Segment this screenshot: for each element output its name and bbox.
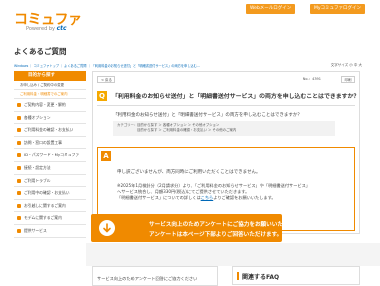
logo-sub-brand: ctc: [56, 25, 67, 32]
moving-icon: [17, 203, 21, 208]
logo-subtitle: Powered by ctc: [26, 25, 67, 32]
question-number: No.：4391: [302, 77, 321, 81]
details-link[interactable]: こちら: [201, 195, 214, 200]
survey-section-label: サービス向上のためアンケート回答にご協力ください: [97, 276, 198, 281]
payment-icon: [17, 128, 21, 133]
faq-detail-panel: < 戻る No.：4391 印刷 Q 「利用料金のお知らせ送付」と「明細書送付サ…: [92, 71, 360, 234]
print-button[interactable]: 印刷: [341, 76, 355, 83]
installation-icon: [17, 140, 21, 145]
sidebar-item-trouble[interactable]: ご利用トラブル: [14, 175, 86, 188]
section-divider: [86, 243, 380, 266]
modem-icon: [17, 216, 21, 221]
question-body: 「利用料金のお知らせ送付」と「明細書送付サービス」の両方を申し込むことはできます…: [113, 113, 302, 118]
answer-note-suffix: よりご確認をお願いいたします。: [213, 195, 276, 200]
breadcrumb[interactable]: Windows ｜ コミュファトップ ｜ よくあるご質問 ｜ 「利用料金のお知ら…: [14, 63, 200, 68]
survey-text: アンケートは本ページ下部よりご回答いただけます。: [149, 232, 283, 238]
survey-section: サービス向上のためアンケート回答にご協力ください: [92, 266, 218, 286]
sidebar-item-options[interactable]: 各種オプション: [14, 112, 86, 125]
sidebar-header: 目的から探す: [14, 71, 86, 81]
webmail-login-button[interactable]: Webメールログイン: [246, 4, 296, 14]
sidebar-item-label: ID・パスワード・Myコミュファ: [24, 152, 80, 158]
sidebar-item-billing-notice[interactable]: ご利用料金・明細書でのご案内: [14, 90, 86, 99]
services-icon: [17, 228, 21, 233]
category-row: 目的から探す ＞ ご利用料金の確認・お支払い ＞ その他のご案内: [117, 128, 331, 133]
sidebar-item-modem[interactable]: モデムに関するご案内: [14, 212, 86, 225]
answer-note-prefix: 「明細書送付サービス」についての詳しくは: [117, 195, 201, 200]
sidebar-item-label: お申し込み / ご契約中の変更: [20, 83, 64, 87]
font-size-switcher[interactable]: 文字サイズ 小 中 大: [331, 63, 362, 68]
sidebar-item-installation[interactable]: 訪問・窓口の設置工事: [14, 137, 86, 150]
divider: [97, 105, 355, 106]
connection-icon: [17, 165, 21, 170]
question-title: 「利用料金のお知らせ送付」と「明細書送付サービス」の両方を申し込むことはできます…: [112, 94, 360, 100]
sidebar-item-label: 訪問・窓口の設置工事: [24, 139, 62, 145]
contract-icon: [17, 103, 21, 107]
survey-text: サービス向上のためアンケートにご協力をお願いいたします。: [149, 222, 305, 228]
category-link[interactable]: 目的から探す ＞ ご利用料金の確認・お支払い ＞ その他のご案内: [137, 128, 236, 133]
sidebar-item-label: モデムに関するご案内: [24, 215, 62, 221]
related-faq-title: 関連するFAQ: [242, 274, 280, 281]
key-icon: [17, 153, 21, 158]
sidebar-item-contract[interactable]: ご契約内容・変更・解約: [14, 99, 86, 112]
survey-banner[interactable]: サービス向上のためアンケートにご協力をお願いいたします。 アンケートは本ページ下…: [91, 214, 305, 242]
options-icon: [17, 115, 21, 120]
sidebar-item-label: ご利用料金・明細書でのご案内: [20, 92, 68, 96]
sidebar-item-id-password[interactable]: ID・パスワード・Myコミュファ: [14, 149, 86, 162]
sidebar-item-label: ご利用トラブル: [24, 177, 51, 183]
answer-text: 申し訳ございませんが、両方同時にご利用いただくことはできません。: [117, 170, 261, 175]
answer-badge: A: [101, 151, 111, 161]
answer-note: 「明細書送付サービス」についての詳しくはこちらよりご確認をお願いいたします。: [117, 195, 276, 201]
sidebar-item-label: ご契約内容・変更・解約: [24, 102, 66, 107]
sidebar-item-label: お引越しに関するご案内: [24, 202, 66, 208]
question-badge: Q: [97, 91, 107, 101]
mycommufa-login-button[interactable]: Myコミュファログイン: [310, 4, 366, 14]
arrow-down-icon: [99, 220, 115, 236]
sidebar-item-connection[interactable]: 接続・設定方法: [14, 162, 86, 175]
sidebar-item-label: 各種オプション: [24, 114, 51, 120]
sidebar-item-label: 接続・設定方法: [24, 164, 51, 170]
sidebar-item-check-payment[interactable]: ご利用中の確認・お支払い: [14, 187, 86, 200]
logo-sub-prefix: Powered by: [26, 26, 55, 32]
heading-accent: [237, 272, 239, 280]
category-box: カテゴリー： 目的から探す ＞ 各種オプション ＞ その他オプション 目的から探…: [113, 121, 335, 136]
sidebar: 目的から探す お申し込み / ご契約中の変更 ご利用料金・明細書でのご案内 ご契…: [14, 71, 86, 285]
back-button[interactable]: < 戻る: [97, 76, 115, 83]
sidebar-item-label: ご利用中の確認・お支払い: [24, 190, 70, 196]
sidebar-item-label: 提供サービス: [24, 227, 47, 233]
site-header: コミュファ Powered by ctc Webメールログイン Myコミュファロ…: [0, 0, 380, 42]
page-title: よくあるご質問: [14, 47, 67, 56]
sidebar-item-services[interactable]: 提供サービス: [14, 225, 86, 238]
sidebar-item-label: ご利用料金の確認・お支払い: [24, 127, 74, 133]
sidebar-item-application[interactable]: お申し込み / ご契約中の変更: [14, 81, 86, 90]
sidebar-item-moving[interactable]: お引越しに関するご案内: [14, 200, 86, 213]
check-icon: [17, 191, 21, 196]
trouble-icon: [17, 178, 21, 183]
related-faq: 関連するFAQ: [232, 266, 360, 285]
sidebar-item-payment[interactable]: ご利用料金の確認・お支払い: [14, 124, 86, 137]
